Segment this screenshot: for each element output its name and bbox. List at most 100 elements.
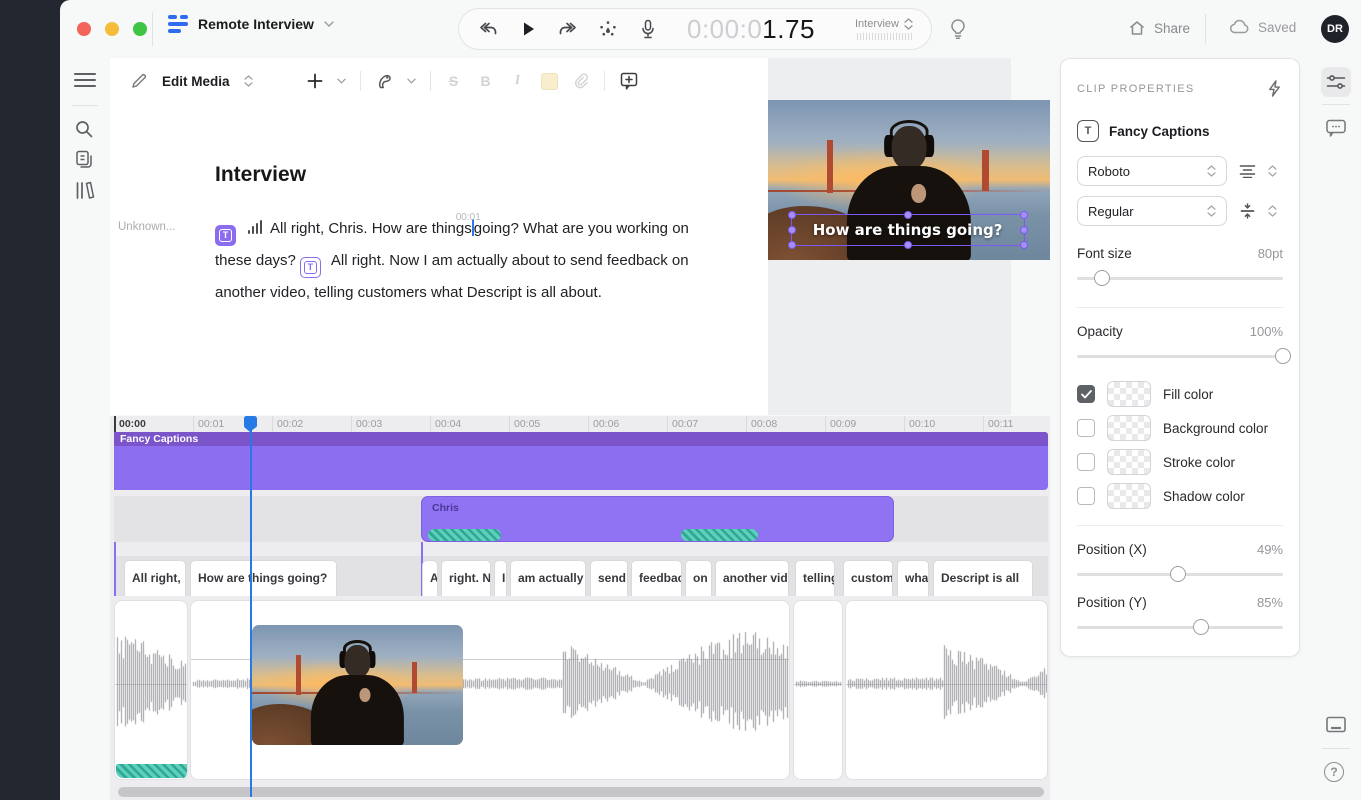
audio-clip-card[interactable] (845, 600, 1048, 780)
selection-handle[interactable] (1020, 241, 1028, 249)
selection-handle[interactable] (1020, 226, 1028, 234)
properties-panel-toggle[interactable] (1321, 67, 1351, 97)
timecode-display[interactable]: 0:00:01.75 (687, 14, 815, 45)
color-checkbox[interactable] (1077, 385, 1095, 403)
font-family-select[interactable]: Roboto (1077, 156, 1227, 186)
avatar[interactable]: DR (1321, 15, 1349, 43)
captions-track-header[interactable]: Fancy Captions (114, 432, 1048, 446)
color-checkbox[interactable] (1077, 487, 1095, 505)
chevron-down-icon[interactable] (407, 78, 416, 84)
caption-word-block[interactable]: right. N (441, 560, 491, 596)
caption-word-block[interactable]: send (590, 560, 628, 596)
position-x-slider[interactable] (1077, 565, 1283, 583)
paperclip-icon[interactable] (572, 72, 590, 90)
microphone-icon[interactable] (637, 18, 659, 40)
caption-word-block[interactable]: feedback (631, 560, 682, 596)
library-icon[interactable] (74, 180, 95, 201)
font-style-select[interactable]: Regular (1077, 196, 1227, 226)
italic-icon[interactable]: I (509, 73, 527, 89)
position-y-slider[interactable] (1077, 618, 1283, 636)
chevron-down-icon[interactable] (337, 78, 346, 84)
video-clip-thumbnail[interactable] (252, 625, 463, 745)
bold-icon[interactable]: B (477, 73, 495, 89)
color-swatch[interactable] (1107, 381, 1151, 407)
color-swatch[interactable] (1107, 449, 1151, 475)
edit-mode-selector[interactable]: Edit Media (162, 74, 230, 89)
caption-word-block[interactable]: Descript is all (933, 560, 1033, 596)
speaker-label[interactable]: Unknown... (118, 221, 176, 233)
comments-icon[interactable] (1325, 118, 1347, 138)
audio-clip-card[interactable] (793, 600, 843, 780)
zoom-window-button[interactable] (133, 22, 147, 36)
project-switcher[interactable]: Remote Interview (168, 14, 334, 34)
slider-thumb[interactable] (1094, 270, 1110, 286)
redo-button[interactable] (557, 18, 579, 40)
close-window-button[interactable] (77, 22, 91, 36)
caption-word-block[interactable]: on (685, 560, 712, 596)
highlight-icon[interactable] (541, 73, 558, 90)
menu-hamburger-icon[interactable] (74, 72, 96, 88)
caption-word-block[interactable]: what (897, 560, 929, 596)
color-checkbox[interactable] (1077, 453, 1095, 471)
style-tool-icon[interactable] (375, 72, 393, 90)
caption-word-block[interactable]: telling (795, 560, 835, 596)
play-button[interactable] (517, 18, 539, 40)
text-align-icon[interactable] (1239, 164, 1256, 178)
color-swatch[interactable] (1107, 483, 1151, 509)
undo-button[interactable] (477, 18, 499, 40)
video-preview[interactable]: How are things going? (768, 100, 1050, 260)
chevron-updown-icon[interactable] (244, 75, 253, 87)
insert-plus-button[interactable] (307, 73, 323, 89)
color-swatch[interactable] (1107, 415, 1151, 441)
tips-lightbulb-button[interactable] (948, 18, 968, 40)
caption-word-block[interactable]: I (494, 560, 507, 596)
captions-track-body[interactable] (114, 446, 1048, 490)
selection-handle[interactable] (788, 226, 796, 234)
pages-icon[interactable] (74, 149, 95, 170)
help-button[interactable] (1324, 762, 1344, 782)
caption-word-block[interactable]: another video (715, 560, 789, 596)
pencil-icon[interactable] (130, 72, 148, 90)
selection-handle[interactable] (788, 241, 796, 249)
minimize-window-button[interactable] (105, 22, 119, 36)
document-title[interactable]: Interview (215, 163, 306, 187)
caption-word-block[interactable]: How are things going? (190, 560, 337, 596)
vertical-align-icon[interactable] (1239, 203, 1256, 219)
selection-handle[interactable] (904, 211, 912, 219)
caption-word-block[interactable]: customers (843, 560, 893, 596)
strikethrough-icon[interactable]: S (445, 73, 463, 89)
playhead[interactable] (250, 416, 252, 797)
slider-thumb[interactable] (1193, 619, 1209, 635)
font-size-slider[interactable] (1077, 269, 1283, 287)
chevron-updown-icon[interactable] (1268, 165, 1277, 177)
caption-word-block[interactable]: All right, (124, 560, 186, 596)
selection-handle[interactable] (788, 211, 796, 219)
horizontal-scrollbar[interactable] (118, 787, 1044, 797)
playhead-handle[interactable] (244, 416, 257, 428)
speaker-clip[interactable]: Chris (421, 496, 894, 542)
slider-thumb[interactable] (1275, 348, 1291, 364)
color-checkbox[interactable] (1077, 419, 1095, 437)
bolt-icon[interactable] (1266, 79, 1283, 98)
add-comment-icon[interactable] (619, 71, 639, 91)
caption-clip-icon[interactable]: T (300, 257, 321, 278)
audio-bars-icon[interactable] (248, 220, 262, 234)
caption-word-block[interactable]: am actually (510, 560, 586, 596)
saved-status[interactable]: Saved (1228, 19, 1296, 35)
selection-handle[interactable] (904, 241, 912, 249)
caption-word-block[interactable]: A (422, 560, 438, 596)
search-icon[interactable] (74, 119, 94, 139)
caption-overlay-selection[interactable]: How are things going? (791, 214, 1025, 246)
ai-voice-icon[interactable] (597, 18, 619, 40)
bottom-panel-toggle[interactable] (1325, 715, 1347, 734)
transcript-paragraph[interactable]: TAll right, Chris. How are things00:01go… (215, 214, 727, 308)
slider-thumb[interactable] (1170, 566, 1186, 582)
chevron-updown-icon[interactable] (1268, 205, 1277, 217)
audio-clip-card[interactable] (114, 600, 188, 780)
caption-clip-icon[interactable]: T (215, 225, 236, 246)
composition-selector[interactable]: Interview (855, 18, 913, 40)
selection-handle[interactable] (1020, 211, 1028, 219)
transcript-text[interactable]: All right, Chris. How are things (270, 220, 472, 237)
opacity-slider[interactable] (1077, 347, 1283, 365)
share-button[interactable]: Share (1128, 19, 1190, 37)
